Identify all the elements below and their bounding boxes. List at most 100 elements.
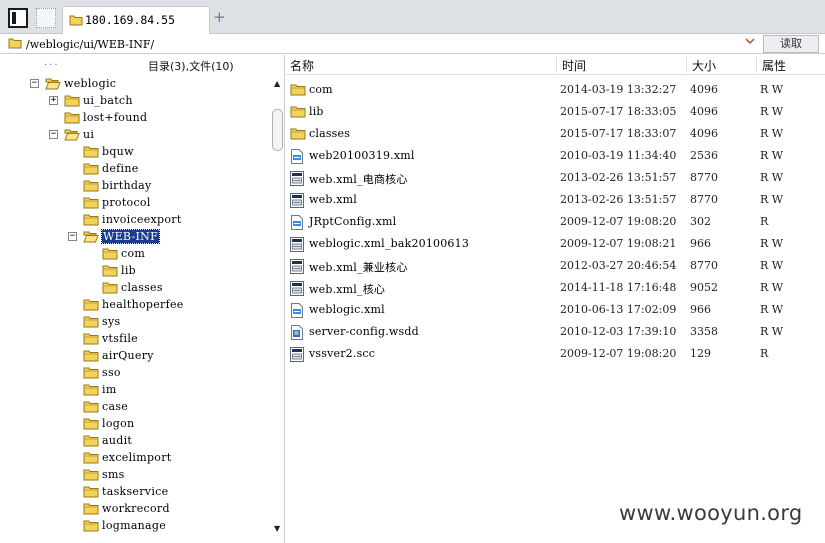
file-row[interactable]: web.xml_电商核心 2013-02-26 13:51:57 8770 R W: [286, 167, 825, 189]
column-time[interactable]: 时间: [562, 57, 586, 74]
file-row[interactable]: server-config.wsdd 2010-12-03 17:39:10 335…: [286, 321, 825, 343]
folder-icon: [64, 111, 80, 127]
file-time: 2013-02-26 13:51:57: [560, 193, 677, 206]
folder-icon: [83, 332, 99, 348]
tree-item-label: airQuery: [102, 349, 154, 362]
folder-icon: [83, 417, 99, 433]
tree-item[interactable]: − ui: [0, 127, 268, 144]
folder-icon: [83, 519, 99, 535]
scroll-down-icon[interactable]: ▼: [274, 524, 280, 533]
empty-tab-button[interactable]: [36, 8, 56, 28]
panel-toggle-button[interactable]: [8, 8, 28, 28]
tab-title: 180.169.84.55: [85, 13, 176, 27]
file-size: 3358: [690, 325, 718, 338]
file-attributes: R W: [760, 281, 784, 294]
column-divider[interactable]: [756, 57, 757, 73]
tree-item[interactable]: sso: [0, 365, 268, 382]
file-row[interactable]: weblogic.xml_bak20100613 2009-12-07 19:08…: [286, 233, 825, 255]
tree-item[interactable]: logon: [0, 416, 268, 433]
column-divider[interactable]: [686, 57, 687, 73]
tree-item[interactable]: taskservice: [0, 484, 268, 501]
tree-item[interactable]: define: [0, 161, 268, 178]
tree-header: ... 目录(3),文件(10): [0, 55, 270, 75]
file-name: weblogic.xml_bak20100613: [309, 237, 470, 250]
tree-item[interactable]: airQuery: [0, 348, 268, 365]
scrollbar-thumb[interactable]: [272, 109, 283, 151]
path-input[interactable]: [26, 36, 746, 52]
tree-item[interactable]: + ui_batch: [0, 93, 268, 110]
tree-item[interactable]: com: [0, 246, 268, 263]
column-name[interactable]: 名称: [290, 57, 314, 74]
folder-icon: [83, 434, 99, 450]
file-size: 966: [690, 237, 711, 250]
file-row[interactable]: lib 2015-07-17 18:33:05 4096 R W: [286, 101, 825, 123]
tree-item[interactable]: protocol: [0, 195, 268, 212]
tree-item[interactable]: bquw: [0, 144, 268, 161]
expand-icon[interactable]: +: [49, 96, 58, 105]
tree-item[interactable]: birthday: [0, 178, 268, 195]
file-row[interactable]: web.xml_核心 2014-11-18 17:16:48 9052 R W: [286, 277, 825, 299]
tree-item-label: classes: [121, 281, 163, 294]
file-time: 2014-03-19 13:32:27: [560, 83, 677, 96]
folder-icon: [102, 264, 118, 280]
tree-item[interactable]: lib: [0, 263, 268, 280]
file-time: 2010-12-03 17:39:10: [560, 325, 677, 338]
tree-item[interactable]: sys: [0, 314, 268, 331]
collapse-icon[interactable]: −: [49, 130, 58, 139]
file-time: 2010-06-13 17:02:09: [560, 303, 677, 316]
file-name: weblogic.xml: [309, 303, 385, 316]
file-size: 2536: [690, 149, 718, 162]
file-time: 2013-02-26 13:51:57: [560, 171, 677, 184]
folder-icon: [290, 127, 306, 143]
file-row[interactable]: web20100319.xml 2010-03-19 11:34:40 2536 R …: [286, 145, 825, 167]
tree-item[interactable]: healthoperfee: [0, 297, 268, 314]
file-size: 8770: [690, 193, 718, 206]
tree-item-label: lib: [121, 264, 136, 277]
tree-item[interactable]: case: [0, 399, 268, 416]
tree-item-label: audit: [102, 434, 133, 447]
file-attributes: R W: [760, 193, 784, 206]
file-row[interactable]: JRptConfig.xml 2009-12-07 19:08:20 302 R: [286, 211, 825, 233]
read-button[interactable]: 读取: [763, 35, 819, 53]
folder-open-icon: [45, 77, 61, 93]
tree-item[interactable]: workrecord: [0, 501, 268, 518]
folder-open-icon: [64, 128, 80, 144]
tree-summary: 目录(3),文件(10): [148, 60, 234, 73]
file-row[interactable]: web.xml_兼业核心 2012-03-27 20:46:54 8770 R W: [286, 255, 825, 277]
chevron-down-icon[interactable]: [745, 37, 755, 48]
tree-item[interactable]: logmanage: [0, 518, 268, 535]
tree-item-label: bquw: [102, 145, 134, 158]
file-row[interactable]: weblogic.xml 2010-06-13 17:02:09 966 R W: [286, 299, 825, 321]
folder-icon: [83, 145, 99, 161]
tree-item[interactable]: lost+found: [0, 110, 268, 127]
tab-remote-host[interactable]: 180.169.84.55: [62, 6, 210, 34]
tree-item[interactable]: audit: [0, 433, 268, 450]
new-tab-button[interactable]: +: [213, 8, 226, 26]
column-attributes[interactable]: 属性: [762, 57, 786, 74]
file-row[interactable]: web.xml 2013-02-26 13:51:57 8770 R W: [286, 189, 825, 211]
file-size: 9052: [690, 281, 718, 294]
tree-item[interactable]: im: [0, 382, 268, 399]
tree-item[interactable]: classes: [0, 280, 268, 297]
file-row[interactable]: vssver2.scc 2009-12-07 19:08:20 129 R: [286, 343, 825, 365]
tree-item[interactable]: sms: [0, 467, 268, 484]
file-attributes: R W: [760, 325, 784, 338]
column-divider[interactable]: [556, 57, 557, 73]
folder-icon: [83, 366, 99, 382]
folder-icon: [83, 485, 99, 501]
tree-scrollbar[interactable]: ▲ ▼: [271, 75, 284, 543]
tree-item-label: vtsfile: [102, 332, 138, 345]
column-size[interactable]: 大小: [692, 57, 716, 74]
file-row[interactable]: com 2014-03-19 13:32:27 4096 R W: [286, 79, 825, 101]
tree-item[interactable]: vtsfile: [0, 331, 268, 348]
collapse-icon[interactable]: −: [68, 232, 77, 241]
file-row[interactable]: classes 2015-07-17 18:33:07 4096 R W: [286, 123, 825, 145]
tree-item[interactable]: invoiceexport: [0, 212, 268, 229]
tree-item[interactable]: − WEB-INF: [0, 229, 268, 246]
file-name: web.xml_兼业核心: [309, 261, 408, 274]
tree-item[interactable]: − weblogic: [0, 76, 268, 93]
file-size: 8770: [690, 259, 718, 272]
collapse-icon[interactable]: −: [30, 79, 39, 88]
tree-item[interactable]: excelimport: [0, 450, 268, 467]
scroll-up-icon[interactable]: ▲: [274, 79, 280, 88]
